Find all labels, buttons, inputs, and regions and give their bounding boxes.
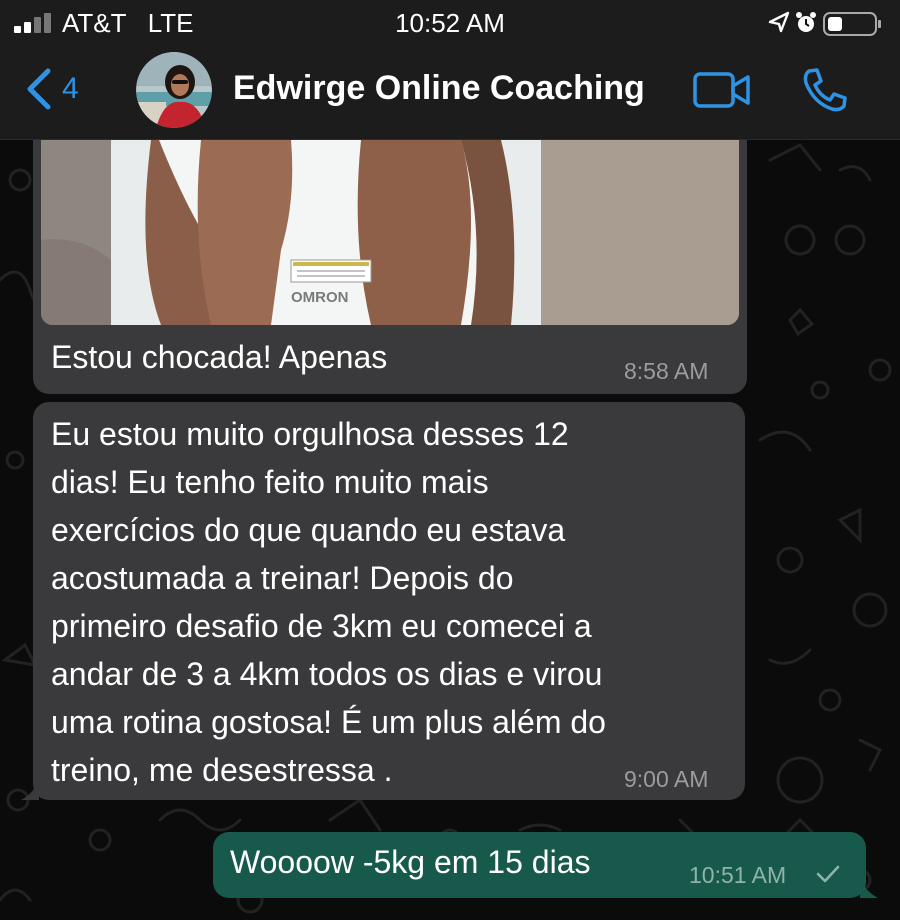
chat-title[interactable]: Edwirge Online Coaching [233, 69, 645, 108]
message-text: Eu estou muito orgulhosa desses 12 dias!… [51, 410, 741, 794]
voice-call-button[interactable] [800, 66, 848, 114]
message-line: Eu estou muito orgulhosa desses 12 [51, 416, 569, 452]
message-list[interactable]: OMRON Estou chocada! Apenas 8:58 AM Eu e… [0, 140, 900, 920]
message-timestamp: 10:51 AM [689, 862, 787, 888]
scale-photo[interactable]: OMRON [41, 140, 739, 325]
message-line: acostumada a treinar! Depois do [51, 560, 514, 596]
video-camera-icon [693, 72, 750, 108]
message-line: primeiro desafio de 3km eu comecei a [51, 608, 592, 644]
unread-count: 4 [62, 72, 79, 105]
message-timestamp: 9:00 AM [624, 766, 709, 792]
status-time: 10:52 AM [395, 8, 505, 38]
chevron-left-icon [27, 68, 51, 110]
message-line: exercícios do que quando eu estava [51, 512, 566, 548]
phone-icon [803, 68, 847, 112]
message-line: uma rotina gostosa! É um plus além do [51, 704, 606, 740]
message-text: Estou chocada! Apenas [51, 339, 388, 375]
video-call-button[interactable] [692, 70, 752, 110]
bubble-tail [860, 878, 878, 898]
message-text: Woooow -5kg em 15 dias [230, 844, 591, 880]
avatar[interactable] [136, 52, 212, 128]
single-check-icon [816, 865, 840, 883]
status-icons [766, 10, 886, 36]
alarm-icon [796, 12, 816, 32]
chat-header: 4 Edwirge Online Coaching [0, 46, 900, 140]
back-button[interactable]: 4 [22, 64, 79, 114]
location-arrow-icon [768, 11, 790, 33]
bubble-tail [21, 780, 39, 800]
message-timestamp: 8:58 AM [624, 358, 709, 384]
status-bar: AT&T LTE 10:52 AM [0, 0, 900, 46]
battery-icon [823, 12, 881, 36]
message-line: andar de 3 a 4km todos os dias e virou [51, 656, 603, 692]
message-line: dias! Eu tenho feito muito mais [51, 464, 489, 500]
scale-brand-label: OMRON [291, 289, 349, 306]
